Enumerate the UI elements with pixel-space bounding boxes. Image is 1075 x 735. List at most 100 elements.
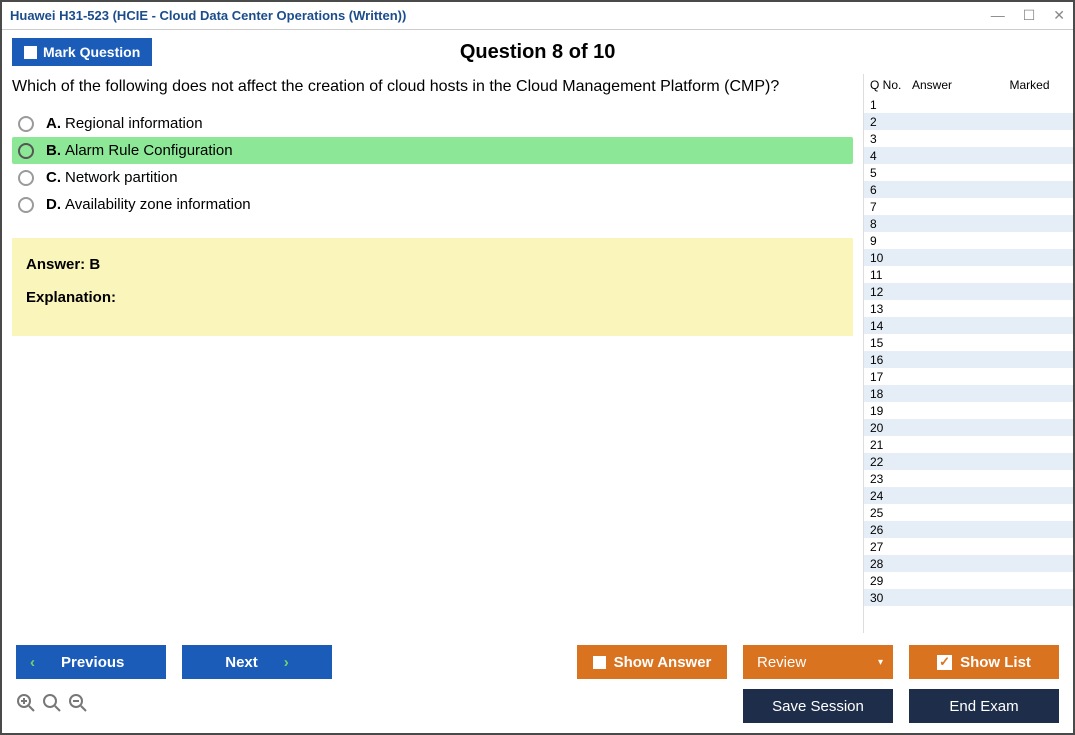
maximize-icon[interactable]: ☐ bbox=[1023, 7, 1036, 24]
question-text: Which of the following does not affect t… bbox=[12, 74, 853, 110]
question-list-row[interactable]: 19 bbox=[864, 402, 1073, 419]
radio-icon bbox=[18, 116, 34, 132]
button-row-2: Save Session End Exam bbox=[16, 689, 1059, 723]
titlebar: Huawei H31-523 (HCIE - Cloud Data Center… bbox=[2, 2, 1073, 30]
zoom-out-icon[interactable] bbox=[68, 693, 88, 719]
qno-cell: 24 bbox=[870, 489, 912, 503]
answer-box: Answer: B Explanation: bbox=[12, 238, 853, 336]
option-text: Regional information bbox=[65, 115, 203, 132]
window-title: Huawei H31-523 (HCIE - Cloud Data Center… bbox=[10, 8, 991, 23]
option-row[interactable]: B. Alarm Rule Configuration bbox=[12, 137, 853, 164]
previous-button[interactable]: ‹ Previous bbox=[16, 645, 166, 679]
option-row[interactable]: C. Network partition bbox=[12, 164, 853, 191]
qno-cell: 21 bbox=[870, 438, 912, 452]
option-text: Availability zone information bbox=[65, 196, 251, 213]
content-row: Which of the following does not affect t… bbox=[2, 74, 1073, 633]
qno-cell: 4 bbox=[870, 149, 912, 163]
question-list-row[interactable]: 22 bbox=[864, 453, 1073, 470]
chevron-left-icon: ‹ bbox=[30, 654, 35, 671]
qno-cell: 30 bbox=[870, 591, 912, 605]
qno-cell: 13 bbox=[870, 302, 912, 316]
question-list-row[interactable]: 9 bbox=[864, 232, 1073, 249]
window-controls: — ☐ ✕ bbox=[991, 7, 1065, 24]
question-list-row[interactable]: 15 bbox=[864, 334, 1073, 351]
question-list-row[interactable]: 25 bbox=[864, 504, 1073, 521]
zoom-in-icon[interactable] bbox=[16, 693, 36, 719]
chevron-right-icon: › bbox=[284, 654, 289, 671]
question-list-row[interactable]: 23 bbox=[864, 470, 1073, 487]
question-list-row[interactable]: 27 bbox=[864, 538, 1073, 555]
question-list-row[interactable]: 5 bbox=[864, 164, 1073, 181]
qno-cell: 29 bbox=[870, 574, 912, 588]
qno-cell: 26 bbox=[870, 523, 912, 537]
question-list-row[interactable]: 13 bbox=[864, 300, 1073, 317]
qno-cell: 14 bbox=[870, 319, 912, 333]
question-list-row[interactable]: 21 bbox=[864, 436, 1073, 453]
main-column: Which of the following does not affect t… bbox=[2, 74, 863, 633]
qno-cell: 8 bbox=[870, 217, 912, 231]
option-text: Network partition bbox=[65, 169, 178, 186]
save-session-label: Save Session bbox=[772, 698, 864, 715]
question-list-row[interactable]: 26 bbox=[864, 521, 1073, 538]
question-list-row[interactable]: 3 bbox=[864, 130, 1073, 147]
qno-cell: 22 bbox=[870, 455, 912, 469]
question-list-row[interactable]: 18 bbox=[864, 385, 1073, 402]
question-list-header: Q No. Answer Marked bbox=[864, 74, 1073, 96]
option-letter: D. bbox=[46, 196, 61, 213]
radio-icon bbox=[18, 170, 34, 186]
qno-cell: 9 bbox=[870, 234, 912, 248]
minimize-icon[interactable]: — bbox=[991, 7, 1005, 24]
question-list-row[interactable]: 14 bbox=[864, 317, 1073, 334]
qno-cell: 19 bbox=[870, 404, 912, 418]
header-marked: Marked bbox=[992, 78, 1067, 92]
question-list-row[interactable]: 4 bbox=[864, 147, 1073, 164]
explanation-label: Explanation: bbox=[26, 289, 839, 306]
question-list[interactable]: 1234567891011121314151617181920212223242… bbox=[864, 96, 1073, 633]
end-exam-button[interactable]: End Exam bbox=[909, 689, 1059, 723]
qno-cell: 1 bbox=[870, 98, 912, 112]
question-list-row[interactable]: 8 bbox=[864, 215, 1073, 232]
question-list-row[interactable]: 7 bbox=[864, 198, 1073, 215]
question-list-row[interactable]: 17 bbox=[864, 368, 1073, 385]
radio-icon bbox=[18, 143, 34, 159]
qno-cell: 7 bbox=[870, 200, 912, 214]
question-list-row[interactable]: 12 bbox=[864, 283, 1073, 300]
radio-icon bbox=[18, 197, 34, 213]
question-list-row[interactable]: 6 bbox=[864, 181, 1073, 198]
header-qno: Q No. bbox=[870, 78, 912, 92]
question-list-row[interactable]: 11 bbox=[864, 266, 1073, 283]
review-label: Review bbox=[757, 654, 806, 671]
zoom-reset-icon[interactable] bbox=[42, 693, 62, 719]
qno-cell: 10 bbox=[870, 251, 912, 265]
previous-label: Previous bbox=[61, 654, 124, 671]
close-icon[interactable]: ✕ bbox=[1053, 7, 1065, 24]
question-list-row[interactable]: 16 bbox=[864, 351, 1073, 368]
next-label: Next bbox=[225, 654, 258, 671]
show-answer-button[interactable]: Show Answer bbox=[577, 645, 727, 679]
qno-cell: 3 bbox=[870, 132, 912, 146]
option-row[interactable]: D. Availability zone information bbox=[12, 191, 853, 218]
question-list-row[interactable]: 2 bbox=[864, 113, 1073, 130]
qno-cell: 20 bbox=[870, 421, 912, 435]
question-list-row[interactable]: 29 bbox=[864, 572, 1073, 589]
save-session-button[interactable]: Save Session bbox=[743, 689, 893, 723]
next-button[interactable]: Next › bbox=[182, 645, 332, 679]
show-list-button[interactable]: ✓ Show List bbox=[909, 645, 1059, 679]
mark-question-button[interactable]: Mark Question bbox=[12, 38, 152, 66]
header-row: Mark Question Question 8 of 10 bbox=[2, 30, 1073, 74]
question-list-row[interactable]: 20 bbox=[864, 419, 1073, 436]
question-list-row[interactable]: 10 bbox=[864, 249, 1073, 266]
question-list-row[interactable]: 1 bbox=[864, 96, 1073, 113]
button-row-1: ‹ Previous Next › Show Answer Review ▾ ✓… bbox=[16, 645, 1059, 679]
check-icon: ✓ bbox=[937, 655, 952, 670]
qno-cell: 23 bbox=[870, 472, 912, 486]
question-list-row[interactable]: 28 bbox=[864, 555, 1073, 572]
chevron-down-icon: ▾ bbox=[878, 657, 883, 668]
option-row[interactable]: A. Regional information bbox=[12, 110, 853, 137]
review-button[interactable]: Review ▾ bbox=[743, 645, 893, 679]
question-list-row[interactable]: 24 bbox=[864, 487, 1073, 504]
options-list: A. Regional informationB. Alarm Rule Con… bbox=[12, 110, 853, 218]
qno-cell: 6 bbox=[870, 183, 912, 197]
question-list-panel: Q No. Answer Marked 12345678910111213141… bbox=[863, 74, 1073, 633]
question-list-row[interactable]: 30 bbox=[864, 589, 1073, 606]
